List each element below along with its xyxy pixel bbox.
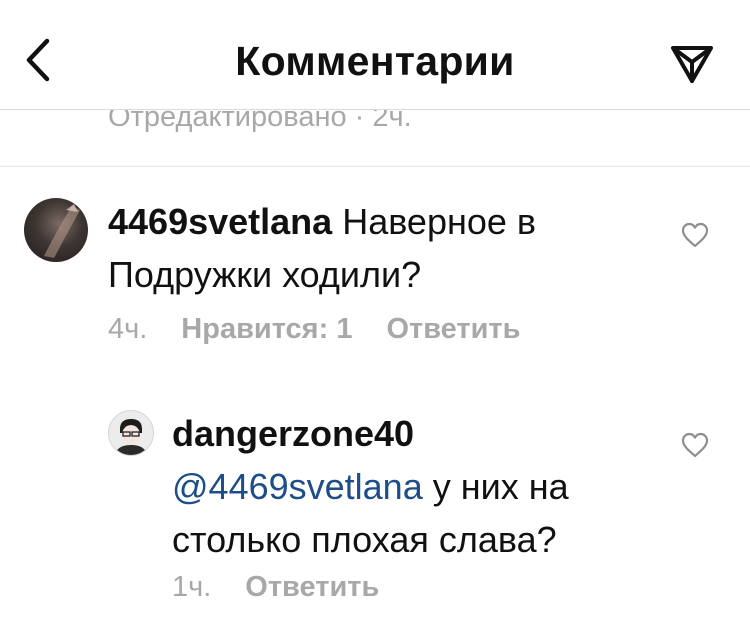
comment-divider <box>0 166 750 167</box>
reply-button[interactable]: Ответить <box>245 571 379 603</box>
user-avatar[interactable] <box>108 410 154 456</box>
comment-time: 4ч. <box>108 313 148 345</box>
comment-body: 4469svetlana Наверное в Подружки ходили? <box>108 195 648 301</box>
header-divider <box>0 109 750 110</box>
avatar-photo <box>44 204 80 258</box>
comment-username[interactable]: dangerzone40 <box>172 413 414 454</box>
comment-meta: 4ч. Нравится: 1 Ответить <box>108 313 520 346</box>
page-title: Комментарии <box>235 38 515 84</box>
comment-body: dangerzone40 @4469svetlana у них на стол… <box>172 407 672 566</box>
comment-time: 1ч. <box>172 571 212 603</box>
user-avatar[interactable] <box>24 198 88 262</box>
heart-icon <box>681 432 709 458</box>
comment-meta: 1ч. Ответить <box>172 571 379 604</box>
header: Комментарии <box>0 0 750 110</box>
like-button[interactable] <box>680 221 710 249</box>
mention-link[interactable]: @4469svetlana <box>172 466 423 507</box>
like-button[interactable] <box>680 431 710 459</box>
likes-count[interactable]: Нравится: 1 <box>181 313 352 345</box>
comment-username[interactable]: 4469svetlana <box>108 201 332 242</box>
avatar-photo <box>109 411 153 455</box>
reply-button[interactable]: Ответить <box>386 313 520 345</box>
send-icon <box>671 46 713 83</box>
heart-icon <box>681 222 709 248</box>
share-button[interactable] <box>664 40 720 88</box>
